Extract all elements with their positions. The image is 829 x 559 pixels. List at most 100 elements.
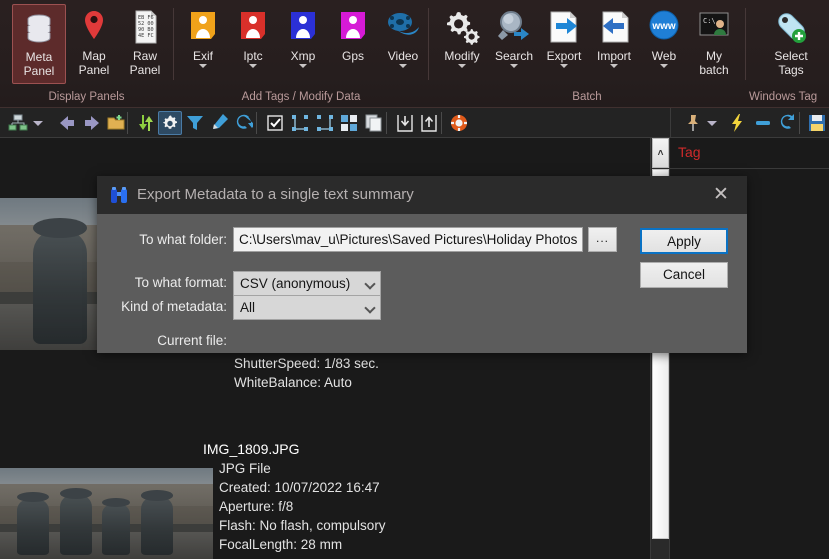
chevron-down-icon[interactable] [458, 64, 466, 68]
ribbon-button-exif[interactable]: Exif [175, 4, 231, 84]
ribbon-button-label: Iptc [243, 49, 263, 63]
file-meta-line: ShutterSpeed: 1/83 sec. [234, 356, 379, 371]
main-toolbar [0, 108, 670, 138]
ribbon-button-label2: Panel [23, 64, 55, 78]
www-globe-icon: www [644, 7, 684, 47]
toolbar-button-collapse-tree[interactable] [313, 111, 337, 135]
arrow-left-icon [60, 116, 74, 130]
chevron-down-icon[interactable] [610, 64, 618, 68]
xmp-person-icon [283, 7, 323, 47]
toolbar-button-back[interactable] [55, 111, 79, 135]
ribbon-separator [173, 8, 174, 80]
gps-person-icon [333, 7, 373, 47]
chevron-down-icon[interactable] [510, 64, 518, 68]
toolbar-button-copy[interactable] [362, 111, 386, 135]
ribbon-button-label: My [706, 49, 722, 63]
exif-person-icon [183, 7, 223, 47]
ribbon-button-iptc[interactable]: Iptc [225, 4, 281, 84]
format-select-value: CSV (anonymous) [240, 276, 351, 291]
chevron-down-icon[interactable] [560, 64, 568, 68]
checkbox-icon [267, 115, 283, 131]
toolbar-button-help[interactable] [447, 111, 471, 135]
format-label: To what format: [134, 275, 227, 290]
photo-thumbnail[interactable] [0, 468, 213, 559]
tag-toolbar-button-quick[interactable] [726, 111, 750, 135]
toolbar-separator [386, 112, 387, 134]
ribbon-button-select-tags[interactable]: Select Tags [763, 4, 819, 84]
raw-hex-icon: EB F6 52 00 90 B0 4E FC [125, 7, 165, 47]
chevron-down-icon[interactable] [199, 64, 207, 68]
dialog-title-bar[interactable]: Export Metadata to a single text summary… [97, 176, 747, 214]
ribbon-button-label: Video [387, 49, 419, 63]
toolbar-separator [127, 112, 128, 134]
ribbon-button-import[interactable]: Import [586, 4, 642, 84]
export-page-icon [544, 7, 584, 47]
toolbar-button-edit-pen[interactable] [207, 111, 231, 135]
ribbon-button-modify[interactable]: Modify [434, 4, 490, 84]
funnel-icon [187, 116, 203, 130]
toolbar-button-filter[interactable] [183, 111, 207, 135]
toolbar-button-select-all[interactable] [263, 111, 287, 135]
chevron-down-icon[interactable] [660, 64, 668, 68]
toolbar-button-forward[interactable] [80, 111, 104, 135]
ribbon-button-label: Gps [341, 49, 364, 63]
ribbon-separator [745, 8, 746, 80]
chevron-down-icon[interactable] [399, 64, 407, 68]
ribbon-button-my-batch[interactable]: C:\ My batch [686, 4, 742, 84]
file-entry[interactable]: IMG_1809.JPG JPG File Created: 10/07/202… [203, 440, 633, 554]
tag-toolbar-button-minus[interactable] [751, 111, 775, 135]
ribbon-button-label: Export [546, 49, 582, 63]
scrollbar-up-button[interactable]: ˄ [652, 138, 669, 168]
tag-toolbar-separator [799, 112, 800, 134]
toolbar-button-refresh-dir[interactable] [134, 111, 158, 135]
file-meta-line: Aperture: f/8 [219, 499, 294, 514]
ribbon-button-label: Xmp [290, 49, 316, 63]
ribbon-button-raw-panel[interactable]: EB F6 52 00 90 B0 4E FC Raw Panel [117, 4, 173, 84]
tag-toolbar-chevron-down-icon[interactable] [707, 121, 717, 126]
tag-panel-divider [670, 168, 829, 169]
tag-panel-title: Tag [678, 144, 701, 160]
ribbon-button-gps[interactable]: Gps [325, 4, 381, 84]
lightning-icon [732, 114, 742, 132]
ribbon-button-video[interactable]: Video [375, 4, 431, 84]
browse-button[interactable]: ... [588, 227, 617, 252]
ribbon-button-meta-panel[interactable]: Meta Panel [12, 4, 66, 84]
folder-input[interactable]: C:\Users\mav_u\Pictures\Saved Pictures\H… [233, 227, 583, 252]
ribbon-button-map-panel[interactable]: Map Panel [66, 4, 122, 84]
metadata-kind-select[interactable]: All [233, 295, 381, 320]
format-select[interactable]: CSV (anonymous) [233, 271, 381, 296]
tag-panel-toolbar [670, 108, 829, 138]
toolbar-button-save-down[interactable] [393, 111, 417, 135]
close-icon[interactable]: ✕ [703, 182, 739, 208]
ribbon-button-web[interactable]: www Web [636, 4, 692, 84]
pen-icon [213, 114, 228, 129]
chevron-down-icon[interactable] [249, 64, 257, 68]
cancel-button[interactable]: Cancel [640, 262, 728, 288]
toolbar-button-grid-view[interactable] [337, 111, 361, 135]
ribbon-button-search[interactable]: Search [486, 4, 542, 84]
toolbar-button-settings[interactable] [158, 111, 182, 135]
chevron-down-icon[interactable] [299, 64, 307, 68]
metadata-kind-label: Kind of metadata: [121, 299, 227, 314]
ribbon-button-xmp[interactable]: Xmp [275, 4, 331, 84]
thumb-overlay [0, 468, 213, 559]
toolbar-button-sync[interactable] [231, 111, 255, 135]
toolbar-dropdown-chevron-down-icon[interactable] [33, 121, 43, 126]
toolbar-button-new-folder[interactable] [104, 111, 128, 135]
toolbar-button-expand-tree[interactable] [288, 111, 312, 135]
tag-toolbar-button-pin[interactable] [681, 111, 705, 135]
export-metadata-dialog[interactable]: Export Metadata to a single text summary… [97, 176, 747, 353]
toolbar-button-tree-add[interactable] [6, 111, 30, 135]
ribbon-button-export[interactable]: Export [536, 4, 592, 84]
toolbar-separator [256, 112, 257, 134]
file-meta-line: Created: 10/07/2022 16:47 [219, 480, 380, 495]
database-icon [19, 8, 59, 48]
file-entry[interactable]: ShutterSpeed: 1/83 sec. WhiteBalance: Au… [218, 354, 638, 392]
minus-bar-icon [756, 121, 770, 125]
green-refresh-icon [139, 115, 153, 131]
tag-toolbar-button-save[interactable] [805, 111, 829, 135]
tag-toolbar-button-refresh[interactable] [775, 111, 799, 135]
toolbar-button-load-up[interactable] [417, 111, 441, 135]
apply-button[interactable]: Apply [640, 228, 728, 254]
application-window: Meta Panel Map Panel EB F6 52 00 90 B0 4… [0, 0, 829, 559]
